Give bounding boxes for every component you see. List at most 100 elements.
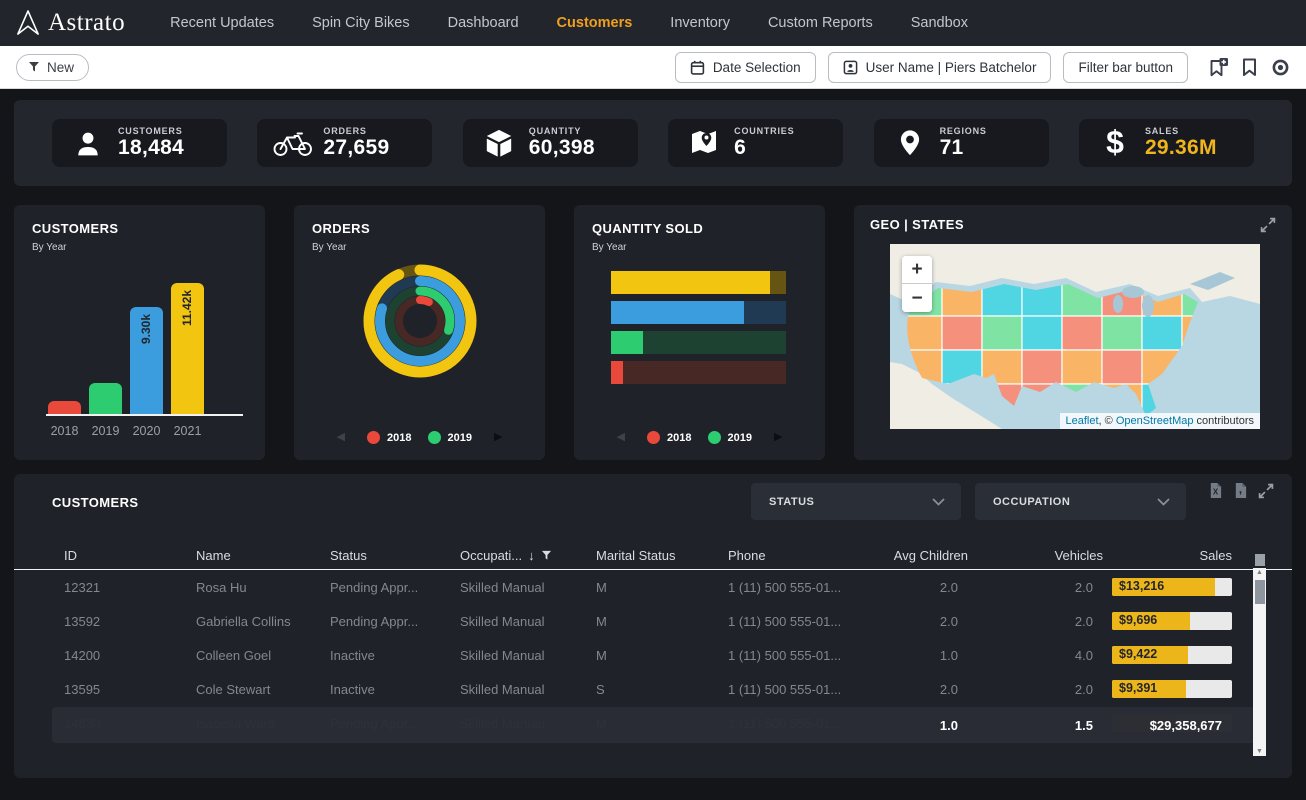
scrollbar-thumb[interactable] bbox=[1255, 580, 1265, 604]
bar-2019[interactable] bbox=[89, 383, 122, 414]
zoom-in-button[interactable]: + bbox=[902, 256, 932, 284]
cell-id: 12321 bbox=[64, 580, 196, 595]
top-nav: Astrato Recent Updates Spin City Bikes D… bbox=[0, 0, 1306, 46]
chart-subtitle: By Year bbox=[592, 242, 807, 253]
osm-link[interactable]: OpenStreetMap bbox=[1116, 415, 1194, 427]
legend-item-2018[interactable]: 2018 bbox=[367, 431, 411, 444]
expand-icon[interactable] bbox=[1260, 217, 1276, 233]
kpi-value: 6 bbox=[734, 136, 794, 159]
bookmark-icon[interactable] bbox=[1242, 58, 1257, 76]
bookmark-add-icon[interactable] bbox=[1208, 58, 1228, 77]
hbar-2018[interactable] bbox=[611, 361, 786, 384]
toolbar-icon-group bbox=[1208, 58, 1290, 77]
column-header-occupation[interactable]: Occupati... ↓ bbox=[460, 548, 596, 563]
user-name-button[interactable]: User Name | Piers Batchelor bbox=[828, 52, 1052, 83]
eye-icon[interactable] bbox=[1271, 59, 1290, 76]
column-header-vehicles[interactable]: Vehicles bbox=[968, 548, 1103, 563]
legend-next-icon[interactable]: ▶ bbox=[774, 432, 782, 443]
nav-item-spin-city-bikes[interactable]: Spin City Bikes bbox=[293, 15, 429, 31]
calendar-icon bbox=[690, 60, 705, 75]
nav-item-recent-updates[interactable]: Recent Updates bbox=[151, 15, 293, 31]
hbar-2019[interactable] bbox=[611, 331, 786, 354]
legend-prev-icon[interactable]: ◀ bbox=[617, 432, 625, 443]
map-zoom-control: + − bbox=[902, 256, 932, 312]
orders-chart-panel: ORDERS By Year ◀ bbox=[294, 205, 545, 460]
hbar-2021[interactable] bbox=[611, 271, 786, 294]
nav-item-dashboard[interactable]: Dashboard bbox=[429, 15, 538, 31]
bar-value-label: 11.42k bbox=[180, 290, 195, 326]
column-header-status[interactable]: Status bbox=[330, 548, 460, 563]
chevron-down-icon bbox=[1157, 498, 1170, 506]
table-row[interactable]: 13595 Cole Stewart Inactive Skilled Manu… bbox=[14, 672, 1292, 706]
date-selection-button[interactable]: Date Selection bbox=[675, 52, 816, 83]
cell-phone: 1 (11) 500 555-01... bbox=[728, 682, 858, 697]
table-row[interactable]: 14200 Colleen Goel Inactive Skilled Manu… bbox=[14, 638, 1292, 672]
legend-label: 2019 bbox=[728, 432, 752, 444]
excel-export-icon[interactable]: X bbox=[1208, 482, 1223, 499]
table-scrollbar[interactable]: ▲ ▼ bbox=[1253, 568, 1266, 756]
column-header-name[interactable]: Name bbox=[196, 548, 330, 563]
leaflet-link[interactable]: Leaflet bbox=[1066, 415, 1099, 427]
legend-item-2019[interactable]: 2019 bbox=[708, 431, 752, 444]
legend-label: 2019 bbox=[448, 432, 472, 444]
funnel-icon[interactable] bbox=[541, 550, 552, 561]
bar-2020[interactable]: 9.30k bbox=[130, 307, 163, 414]
table-action-icons: X , bbox=[1208, 482, 1274, 499]
cell-vehicles: 2.0 bbox=[968, 580, 1103, 595]
column-header-avg-children[interactable]: Avg Children bbox=[858, 548, 968, 563]
kpi-value: 60,398 bbox=[529, 136, 595, 159]
status-filter-dropdown[interactable]: STATUS bbox=[751, 483, 961, 520]
map-icon bbox=[682, 128, 726, 158]
zoom-out-button[interactable]: − bbox=[902, 284, 932, 312]
cell-name: Colleen Goel bbox=[196, 648, 330, 663]
kpi-label: ORDERS bbox=[323, 126, 389, 136]
brand-logo[interactable]: Astrato bbox=[16, 9, 125, 37]
occupation-filter-dropdown[interactable]: OCCUPATION bbox=[975, 483, 1186, 520]
csv-export-icon[interactable]: , bbox=[1233, 482, 1248, 499]
user-name-label: User Name | Piers Batchelor bbox=[866, 60, 1037, 75]
cell-name: Rosa Hu bbox=[196, 580, 330, 595]
table-row[interactable]: 13592 Gabriella Collins Pending Appr... … bbox=[14, 604, 1292, 638]
toolbar-right-group: Date Selection User Name | Piers Batchel… bbox=[675, 52, 1290, 83]
legend-item-2019[interactable]: 2019 bbox=[428, 431, 472, 444]
chart-title: QUANTITY SOLD bbox=[592, 221, 807, 236]
legend-dot bbox=[428, 431, 441, 444]
legend-item-2018[interactable]: 2018 bbox=[647, 431, 691, 444]
table-row[interactable]: 12321 Rosa Hu Pending Appr... Skilled Ma… bbox=[14, 570, 1292, 604]
cell-avg-children: 1.0 bbox=[858, 648, 968, 663]
sales-bar: $13,216 bbox=[1112, 578, 1232, 596]
kpi-card-countries: COUNTRIES 6 bbox=[668, 119, 843, 167]
cell-vehicles: 2.0 bbox=[968, 682, 1103, 697]
cell-occupation: Skilled Manual bbox=[460, 682, 596, 697]
hbar-2020[interactable] bbox=[611, 301, 786, 324]
sales-bar: $9,391 bbox=[1112, 680, 1232, 698]
table-title: CUSTOMERS bbox=[52, 495, 138, 510]
chart-title: ORDERS bbox=[312, 221, 527, 236]
donut-chart[interactable] bbox=[312, 259, 527, 383]
cell-sales: $9,391 bbox=[1103, 680, 1232, 698]
kpi-value: 29.36M bbox=[1145, 136, 1217, 159]
bar-2021[interactable]: 11.42k bbox=[171, 283, 204, 414]
dashboard-screen: Astrato Recent Updates Spin City Bikes D… bbox=[0, 0, 1306, 800]
nav-item-inventory[interactable]: Inventory bbox=[651, 15, 749, 31]
column-header-id[interactable]: ID bbox=[64, 548, 196, 563]
bar-2018[interactable] bbox=[48, 401, 81, 414]
nav-item-custom-reports[interactable]: Custom Reports bbox=[749, 15, 892, 31]
svg-text:X: X bbox=[1213, 488, 1219, 497]
attribution-sep: , © bbox=[1099, 415, 1116, 427]
column-header-marital-status[interactable]: Marital Status bbox=[596, 548, 728, 563]
legend-prev-icon[interactable]: ◀ bbox=[337, 432, 345, 443]
kpi-label: SALES bbox=[1145, 126, 1217, 136]
leaflet-map[interactable]: + − Leaflet, © OpenStreetMap contributor… bbox=[890, 244, 1260, 429]
nav-item-customers[interactable]: Customers bbox=[538, 15, 652, 31]
filter-bar-button[interactable]: Filter bar button bbox=[1063, 52, 1188, 83]
column-header-sales[interactable]: Sales bbox=[1103, 548, 1232, 563]
quantity-legend: ◀ 2018 2019 ▶ bbox=[592, 431, 807, 448]
legend-next-icon[interactable]: ▶ bbox=[494, 432, 502, 443]
nav-item-sandbox[interactable]: Sandbox bbox=[892, 15, 987, 31]
column-header-phone[interactable]: Phone bbox=[728, 548, 858, 563]
kpi-card-orders: ORDERS 27,659 bbox=[257, 119, 432, 167]
new-filter-button[interactable]: New bbox=[16, 54, 89, 81]
sort-desc-icon[interactable]: ↓ bbox=[528, 548, 535, 563]
expand-icon[interactable] bbox=[1258, 483, 1274, 499]
